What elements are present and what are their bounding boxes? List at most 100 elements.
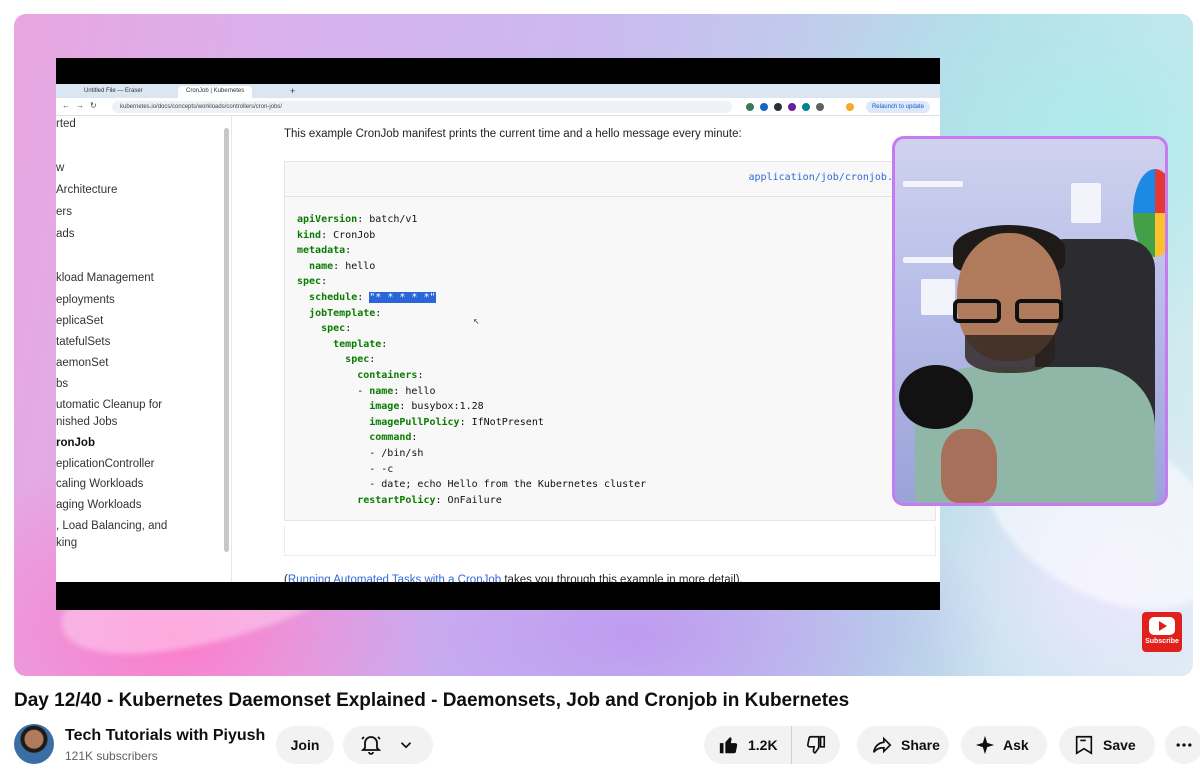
join-label: Join: [290, 737, 320, 753]
ask-label: Ask: [1003, 737, 1029, 753]
code-line: - name: hello: [297, 386, 646, 402]
code-key: name: [309, 260, 334, 272]
like-dislike-group: 1.2K: [704, 726, 840, 764]
channel-name[interactable]: Tech Tutorials with Piyush: [65, 727, 265, 745]
code-line: - -c: [297, 464, 646, 480]
code-block-footer: [284, 526, 936, 556]
webcam-overlay: [892, 136, 1168, 506]
subscribe-watermark-label: Subscribe: [1145, 638, 1179, 645]
extension-icon: [802, 103, 810, 111]
code-key: name: [369, 385, 394, 397]
code-line: imagePullPolicy: IfNotPresent: [297, 417, 646, 433]
back-icon: ←: [62, 101, 70, 110]
code-value: OnFailure: [441, 494, 502, 506]
sidebar-item: king: [56, 537, 78, 549]
sidebar-item: aging Workloads: [56, 499, 142, 511]
youtube-logo-icon: [1149, 617, 1175, 635]
code-value: CronJob: [327, 229, 376, 241]
code-key: spec: [297, 276, 322, 288]
letterbox-top: [56, 58, 940, 84]
save-button[interactable]: Save: [1059, 726, 1155, 764]
like-button[interactable]: 1.2K: [704, 726, 792, 764]
video-player[interactable]: Untitled File — Eraser CronJob | Kuberne…: [14, 14, 1193, 676]
wall-frame: [921, 279, 955, 315]
selected-schedule-value: "* * * * *": [369, 291, 436, 303]
presenter-beard: [965, 335, 1055, 373]
code-divider: [285, 196, 935, 197]
code-key: metadata: [297, 245, 346, 257]
notifications-button[interactable]: [343, 726, 433, 764]
code-key: spec: [345, 354, 370, 366]
code-key: kind: [297, 229, 322, 241]
sidebar-item: utomatic Cleanup for: [56, 399, 163, 411]
relaunch-button: Relaunch to update: [865, 101, 930, 113]
code-line: kind: CronJob: [297, 230, 646, 246]
docs-sidebar: rted w Architecture ers ads kload Management e…: [56, 116, 232, 582]
code-colon: :: [321, 276, 328, 288]
code-value: - /bin/sh: [369, 447, 424, 459]
sidebar-item: eplicationController: [56, 458, 155, 470]
code-line: metadata:: [297, 245, 646, 261]
save-label: Save: [1103, 737, 1136, 753]
share-label: Share: [901, 737, 940, 753]
extension-icon: [746, 103, 754, 111]
reload-icon: ↻: [90, 101, 97, 110]
code-colon: :: [375, 307, 382, 319]
code-line: restartPolicy: OnFailure: [297, 495, 646, 511]
ask-button[interactable]: Ask: [961, 726, 1047, 764]
browser-tab: Untitled File — Eraser: [84, 88, 143, 94]
channel-avatar[interactable]: [14, 724, 54, 764]
sidebar-item: , Load Balancing, and: [56, 520, 168, 532]
subscribe-watermark[interactable]: Subscribe: [1142, 612, 1182, 652]
sidebar-item: aemonSet: [56, 357, 109, 369]
code-key: imagePullPolicy: [369, 416, 460, 428]
url-field: kubernetes.io/docs/concepts/workloads/co…: [112, 101, 732, 113]
code-key: command: [369, 432, 412, 444]
sidebar-item: eplicaSet: [56, 315, 104, 327]
code-key: apiVersion: [297, 214, 358, 225]
sidebar-item: kload Management: [56, 272, 154, 284]
code-indent: -: [297, 385, 370, 397]
wall-shelf: [903, 181, 963, 187]
dislike-button[interactable]: [792, 726, 840, 764]
video-title: Day 12/40 - Kubernetes Daemonset Explain…: [14, 690, 850, 711]
forward-icon: →: [76, 101, 84, 110]
presenter-glasses: [951, 299, 1069, 325]
share-button[interactable]: Share: [857, 726, 949, 764]
extension-icon: [788, 103, 796, 111]
browser-tab-strip: Untitled File — Eraser CronJob | Kuberne…: [56, 84, 940, 98]
wall-frame: [1071, 183, 1101, 223]
more-actions-button[interactable]: [1165, 726, 1200, 764]
presenter-hand: [941, 429, 997, 503]
code-line: spec:: [297, 354, 646, 370]
code-key: template: [333, 338, 382, 350]
sidebar-item: bs: [56, 378, 69, 390]
bell-icon: [360, 736, 382, 755]
code-value: hello: [339, 260, 376, 272]
code-line: apiVersion: batch/v1: [297, 214, 646, 230]
extension-icon: [760, 103, 768, 111]
channel-action-row: Tech Tutorials with Piyush 121K subscrib…: [14, 722, 1200, 768]
sidebar-item: Architecture: [56, 184, 118, 196]
letterbox-bottom: [56, 582, 940, 610]
code-line: - /bin/sh: [297, 448, 646, 464]
thumbs-down-icon: [807, 735, 826, 754]
code-key: schedule: [309, 291, 358, 303]
join-button[interactable]: Join: [276, 726, 334, 764]
sidebar-item: eployments: [56, 294, 115, 306]
code-key: restartPolicy: [357, 494, 436, 506]
sidebar-item: ronJob: [56, 437, 95, 449]
code-value: IfNotPresent: [465, 416, 544, 428]
intro-text: This example CronJob manifest prints the…: [284, 128, 742, 140]
code-line: command:: [297, 432, 646, 448]
